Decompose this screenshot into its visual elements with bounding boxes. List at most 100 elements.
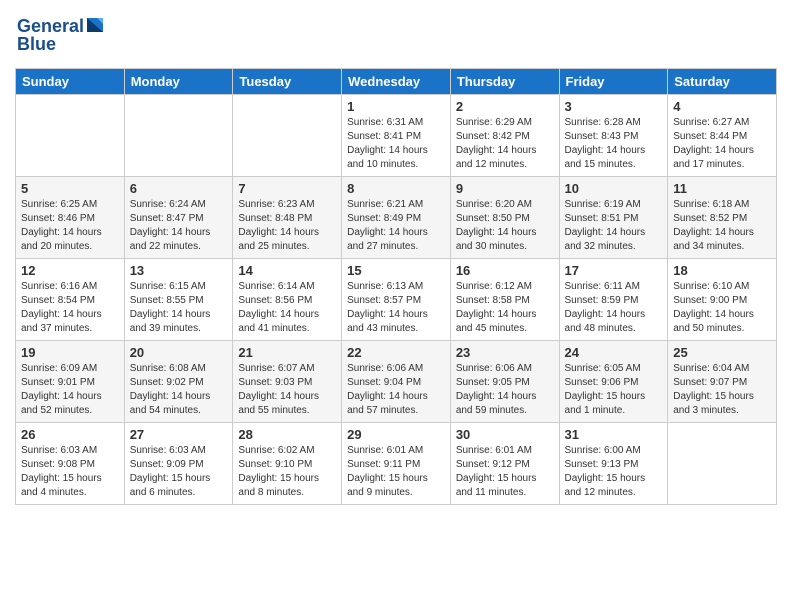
day-number: 9	[456, 181, 554, 196]
day-info: Sunrise: 6:08 AMSunset: 9:02 PMDaylight:…	[130, 362, 228, 418]
calendar-cell	[233, 95, 342, 177]
day-header-sunday: Sunday	[16, 69, 125, 95]
day-header-tuesday: Tuesday	[233, 69, 342, 95]
day-info: Sunrise: 6:31 AMSunset: 8:41 PMDaylight:…	[347, 116, 445, 172]
day-number: 11	[673, 181, 771, 196]
day-header-monday: Monday	[124, 69, 233, 95]
logo: General Blue	[15, 10, 105, 60]
calendar-cell: 19 Sunrise: 6:09 AMSunset: 9:01 PMDayligh…	[16, 341, 125, 423]
day-number: 13	[130, 263, 228, 278]
calendar-cell	[668, 423, 777, 505]
calendar-cell: 9 Sunrise: 6:20 AMSunset: 8:50 PMDaylight…	[450, 177, 559, 259]
calendar-cell: 3 Sunrise: 6:28 AMSunset: 8:43 PMDaylight…	[559, 95, 668, 177]
day-info: Sunrise: 6:13 AMSunset: 8:57 PMDaylight:…	[347, 280, 445, 336]
day-number: 7	[238, 181, 336, 196]
day-info: Sunrise: 6:29 AMSunset: 8:42 PMDaylight:…	[456, 116, 554, 172]
day-info: Sunrise: 6:20 AMSunset: 8:50 PMDaylight:…	[456, 198, 554, 254]
calendar-cell: 6Sunrise: 6:24 AMSunset: 8:47 PMDaylight…	[124, 177, 233, 259]
day-info: Sunrise: 6:15 AMSunset: 8:55 PMDaylight:…	[130, 280, 228, 336]
day-number: 30	[456, 427, 554, 442]
day-info: Sunrise: 6:27 AMSunset: 8:44 PMDaylight:…	[673, 116, 771, 172]
day-number: 17	[565, 263, 663, 278]
day-number: 31	[565, 427, 663, 442]
calendar-cell: 23Sunrise: 6:06 AMSunset: 9:05 PMDayligh…	[450, 341, 559, 423]
day-number: 22	[347, 345, 445, 360]
day-info: Sunrise: 6:25 AMSunset: 8:46 PMDaylight:…	[21, 198, 119, 254]
day-info: Sunrise: 6:14 AMSunset: 8:56 PMDaylight:…	[238, 280, 336, 336]
day-number: 18	[673, 263, 771, 278]
calendar-cell: 8Sunrise: 6:21 AMSunset: 8:49 PMDaylight…	[342, 177, 451, 259]
day-number: 16	[456, 263, 554, 278]
day-info: Sunrise: 6:06 AMSunset: 9:04 PMDaylight:…	[347, 362, 445, 418]
day-number: 3	[565, 99, 663, 114]
calendar-cell: 18Sunrise: 6:10 AMSunset: 9:00 PMDayligh…	[668, 259, 777, 341]
day-number: 29	[347, 427, 445, 442]
day-info: Sunrise: 6:18 AMSunset: 8:52 PMDaylight:…	[673, 198, 771, 254]
day-info: Sunrise: 6:16 AMSunset: 8:54 PMDaylight:…	[21, 280, 119, 336]
day-number: 20	[130, 345, 228, 360]
calendar-header-row: SundayMondayTuesdayWednesdayThursdayFrid…	[16, 69, 777, 95]
calendar-cell	[124, 95, 233, 177]
calendar-cell: 20 Sunrise: 6:08 AMSunset: 9:02 PMDayligh…	[124, 341, 233, 423]
calendar-cell: 29 Sunrise: 6:01 AMSunset: 9:11 PMDayligh…	[342, 423, 451, 505]
calendar-cell: 21Sunrise: 6:07 AMSunset: 9:03 PMDayligh…	[233, 341, 342, 423]
day-info: Sunrise: 6:09 AMSunset: 9:01 PMDaylight:…	[21, 362, 119, 418]
calendar-cell: 12 Sunrise: 6:16 AMSunset: 8:54 PMDayligh…	[16, 259, 125, 341]
calendar-week-row: 5Sunrise: 6:25 AMSunset: 8:46 PMDaylight…	[16, 177, 777, 259]
day-header-thursday: Thursday	[450, 69, 559, 95]
svg-text:General: General	[17, 16, 84, 36]
day-info: Sunrise: 6:03 AMSunset: 9:08 PMDaylight:…	[21, 444, 119, 500]
day-info: Sunrise: 6:24 AMSunset: 8:47 PMDaylight:…	[130, 198, 228, 254]
day-number: 15	[347, 263, 445, 278]
calendar-cell: 31Sunrise: 6:00 AMSunset: 9:13 PMDayligh…	[559, 423, 668, 505]
calendar-cell: 15 Sunrise: 6:13 AMSunset: 8:57 PMDayligh…	[342, 259, 451, 341]
day-number: 27	[130, 427, 228, 442]
day-info: Sunrise: 6:12 AMSunset: 8:58 PMDaylight:…	[456, 280, 554, 336]
calendar-week-row: 19 Sunrise: 6:09 AMSunset: 9:01 PMDayligh…	[16, 341, 777, 423]
calendar-cell: 27 Sunrise: 6:03 AMSunset: 9:09 PMDayligh…	[124, 423, 233, 505]
logo-image: General Blue	[15, 10, 105, 60]
day-header-friday: Friday	[559, 69, 668, 95]
calendar-cell: 17Sunrise: 6:11 AMSunset: 8:59 PMDayligh…	[559, 259, 668, 341]
day-info: Sunrise: 6:19 AMSunset: 8:51 PMDaylight:…	[565, 198, 663, 254]
day-number: 28	[238, 427, 336, 442]
calendar-cell: 7 Sunrise: 6:23 AMSunset: 8:48 PMDaylight…	[233, 177, 342, 259]
calendar-cell: 10 Sunrise: 6:19 AMSunset: 8:51 PMDayligh…	[559, 177, 668, 259]
calendar-cell: 2 Sunrise: 6:29 AMSunset: 8:42 PMDaylight…	[450, 95, 559, 177]
day-number: 26	[21, 427, 119, 442]
calendar-cell: 14 Sunrise: 6:14 AMSunset: 8:56 PMDayligh…	[233, 259, 342, 341]
calendar-cell: 11 Sunrise: 6:18 AMSunset: 8:52 PMDayligh…	[668, 177, 777, 259]
day-info: Sunrise: 6:01 AMSunset: 9:11 PMDaylight:…	[347, 444, 445, 500]
calendar-cell: 5Sunrise: 6:25 AMSunset: 8:46 PMDaylight…	[16, 177, 125, 259]
day-info: Sunrise: 6:04 AMSunset: 9:07 PMDaylight:…	[673, 362, 771, 418]
day-info: Sunrise: 6:01 AMSunset: 9:12 PMDaylight:…	[456, 444, 554, 500]
day-info: Sunrise: 6:23 AMSunset: 8:48 PMDaylight:…	[238, 198, 336, 254]
calendar-cell: 1Sunrise: 6:31 AMSunset: 8:41 PMDaylight…	[342, 95, 451, 177]
day-header-wednesday: Wednesday	[342, 69, 451, 95]
day-info: Sunrise: 6:05 AMSunset: 9:06 PMDaylight:…	[565, 362, 663, 418]
day-number: 19	[21, 345, 119, 360]
page-header: General Blue	[15, 10, 777, 60]
calendar-page: General Blue SundayMondayTuesdayWednesda…	[0, 0, 792, 612]
day-number: 21	[238, 345, 336, 360]
calendar-cell: 13 Sunrise: 6:15 AMSunset: 8:55 PMDayligh…	[124, 259, 233, 341]
calendar-week-row: 1Sunrise: 6:31 AMSunset: 8:41 PMDaylight…	[16, 95, 777, 177]
calendar-cell: 4Sunrise: 6:27 AMSunset: 8:44 PMDaylight…	[668, 95, 777, 177]
calendar-cell	[16, 95, 125, 177]
day-header-saturday: Saturday	[668, 69, 777, 95]
day-info: Sunrise: 6:03 AMSunset: 9:09 PMDaylight:…	[130, 444, 228, 500]
day-info: Sunrise: 6:21 AMSunset: 8:49 PMDaylight:…	[347, 198, 445, 254]
calendar-cell: 30 Sunrise: 6:01 AMSunset: 9:12 PMDayligh…	[450, 423, 559, 505]
calendar-cell: 28 Sunrise: 6:02 AMSunset: 9:10 PMDayligh…	[233, 423, 342, 505]
day-info: Sunrise: 6:28 AMSunset: 8:43 PMDaylight:…	[565, 116, 663, 172]
calendar-cell: 22 Sunrise: 6:06 AMSunset: 9:04 PMDayligh…	[342, 341, 451, 423]
day-number: 2	[456, 99, 554, 114]
calendar-week-row: 26 Sunrise: 6:03 AMSunset: 9:08 PMDayligh…	[16, 423, 777, 505]
day-number: 10	[565, 181, 663, 196]
day-number: 24	[565, 345, 663, 360]
calendar-cell: 26 Sunrise: 6:03 AMSunset: 9:08 PMDayligh…	[16, 423, 125, 505]
day-number: 12	[21, 263, 119, 278]
day-number: 14	[238, 263, 336, 278]
day-info: Sunrise: 6:06 AMSunset: 9:05 PMDaylight:…	[456, 362, 554, 418]
day-info: Sunrise: 6:02 AMSunset: 9:10 PMDaylight:…	[238, 444, 336, 500]
